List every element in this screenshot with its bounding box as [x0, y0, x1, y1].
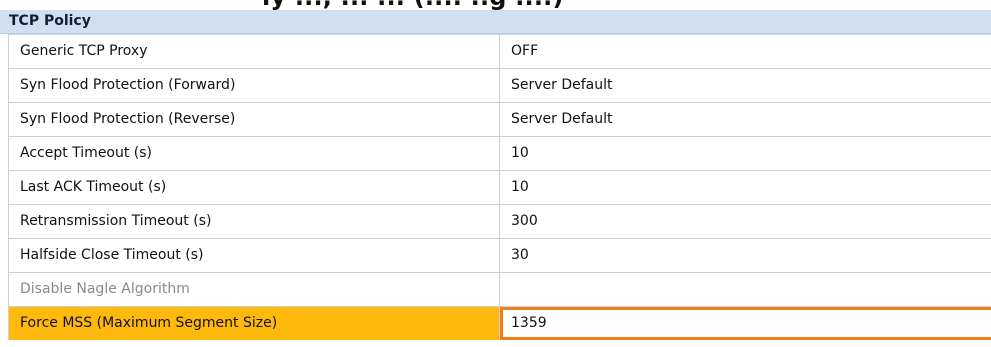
property-name: Accept Timeout (s) — [8, 137, 500, 170]
property-value — [500, 273, 991, 306]
property-row[interactable]: Accept Timeout (s) 10 — [8, 137, 991, 171]
property-name: Syn Flood Protection (Forward) — [8, 69, 500, 102]
property-value[interactable]: Server Default — [500, 103, 991, 136]
property-value[interactable]: 10 — [500, 171, 991, 204]
property-name: Last ACK Timeout (s) — [8, 171, 500, 204]
property-row[interactable]: Generic TCP Proxy OFF — [8, 35, 991, 69]
clipped-caption-text: ly ..., ... ... (.... ..g ....) — [262, 0, 564, 10]
property-name: Halfside Close Timeout (s) — [8, 239, 500, 272]
property-name: Generic TCP Proxy — [8, 35, 500, 68]
property-row-selected[interactable]: Force MSS (Maximum Segment Size) 1359 — [8, 307, 991, 341]
property-value-editor[interactable]: 1359 — [500, 307, 991, 340]
property-value[interactable]: Server Default — [500, 69, 991, 102]
property-row-disabled: Disable Nagle Algorithm — [8, 273, 991, 307]
property-name: Syn Flood Protection (Reverse) — [8, 103, 500, 136]
clipped-caption: ly ..., ... ... (.... ..g ....) — [0, 0, 991, 10]
property-name: Retransmission Timeout (s) — [8, 205, 500, 238]
property-row[interactable]: Retransmission Timeout (s) 300 — [8, 205, 991, 239]
property-row[interactable]: Syn Flood Protection (Reverse) Server De… — [8, 103, 991, 137]
property-name: Force MSS (Maximum Segment Size) — [8, 307, 500, 340]
property-value[interactable]: 10 — [500, 137, 991, 170]
property-value[interactable]: 30 — [500, 239, 991, 272]
property-value[interactable]: OFF — [500, 35, 991, 68]
property-name: Disable Nagle Algorithm — [8, 273, 500, 306]
section-title: TCP Policy — [9, 13, 91, 29]
section-header: TCP Policy — [0, 10, 991, 34]
property-row[interactable]: Syn Flood Protection (Forward) Server De… — [8, 69, 991, 103]
property-row[interactable]: Last ACK Timeout (s) 10 — [8, 171, 991, 205]
property-grid: Generic TCP Proxy OFF Syn Flood Protecti… — [8, 34, 991, 341]
property-value[interactable]: 300 — [500, 205, 991, 238]
property-row[interactable]: Halfside Close Timeout (s) 30 — [8, 239, 991, 273]
